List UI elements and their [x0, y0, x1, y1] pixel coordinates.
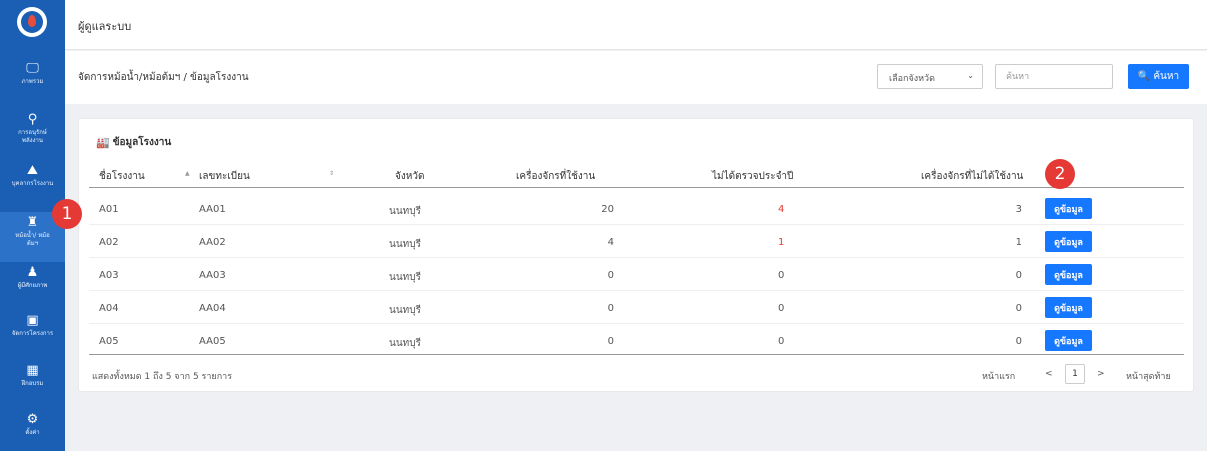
search-button-label: ค้นหา: [1153, 71, 1180, 82]
app-title: ผู้ดูแลระบบ: [78, 20, 132, 33]
cell-name: A03: [99, 270, 119, 281]
sidebar-item-staff[interactable]: ⛰ บุคลากรโรงงาน: [0, 164, 65, 188]
top-bar: ผู้ดูแลระบบ: [65, 0, 1207, 50]
cell-active: 0: [607, 303, 614, 314]
boiler-icon: ♜: [26, 215, 39, 230]
sidebar-item-training[interactable]: ▦ ฝึกอบรม: [0, 364, 65, 388]
pager-last[interactable]: หน้าสุดท้าย: [1126, 369, 1171, 383]
logo[interactable]: [17, 7, 47, 37]
search-input[interactable]: [995, 64, 1113, 89]
sidebar-item-label: บุคลากรโรงงาน: [11, 180, 54, 187]
province-select-value: เลือกจังหวัด: [889, 74, 935, 84]
sidebar-item-projects[interactable]: ▣ จัดการโครงการ: [0, 314, 65, 338]
table-summary: แสดงทั้งหมด 1 ถึง 5 จาก 5 รายการ: [92, 372, 233, 382]
sidebar-item-settings[interactable]: ⚙ ตั้งค่า: [0, 413, 65, 437]
cell-name: A04: [99, 303, 119, 314]
sidebar-item-label: ผู้มีศักยภาพ: [17, 282, 48, 289]
cell-province: นนทบุรี: [389, 305, 421, 316]
col-header-name[interactable]: ชื่อโรงงาน: [99, 169, 145, 184]
cell-inactive: 0: [1015, 270, 1022, 281]
sidebar-item-label: ภาพรวม: [21, 78, 44, 85]
cell-active: 4: [607, 237, 614, 248]
logo-mark: [21, 11, 43, 33]
table-row: A02 AA02 นนทบุรี 4 1 1 ดูข้อมูล: [89, 225, 1184, 258]
cell-province: นนทบุรี: [389, 338, 421, 349]
sidebar-item-label: ตั้งค่า: [25, 429, 40, 436]
view-details-button[interactable]: ดูข้อมูล: [1045, 330, 1092, 351]
footer-divider: [89, 354, 1184, 355]
view-details-button[interactable]: ดูข้อมูล: [1045, 231, 1092, 252]
cell-not-inspected: 0: [778, 270, 785, 281]
view-details-button[interactable]: ดูข้อมูล: [1045, 198, 1092, 219]
sidebar-item-overview[interactable]: 🖵 ภาพรวม: [0, 62, 65, 86]
cell-active: 20: [601, 204, 614, 215]
factory-icon: 🏭: [96, 136, 110, 149]
province-select[interactable]: เลือกจังหวัด ⌄: [877, 64, 983, 89]
pager-next[interactable]: >: [1097, 369, 1105, 379]
col-header-inactive-machines[interactable]: เครื่องจักรที่ไม่ได้ใช้งาน: [921, 169, 1023, 184]
cell-province: นนทบุรี: [389, 239, 421, 250]
view-details-button[interactable]: ดูข้อมูล: [1045, 264, 1092, 285]
breadcrumb: จัดการหม้อน้ำ/หม้อต้มฯ / ข้อมูลโรงงาน: [78, 72, 249, 83]
cell-name: A05: [99, 336, 119, 347]
cell-name: A02: [99, 237, 119, 248]
cell-not-inspected: 0: [778, 336, 785, 347]
chevron-down-icon: ⌄: [967, 71, 974, 80]
bulb-icon: ⚲: [27, 112, 38, 127]
card-title: 🏭 ข้อมูลโรงงาน: [96, 135, 171, 150]
cell-province: นนทบุรี: [389, 206, 421, 217]
cell-province: นนทบุรี: [389, 272, 421, 283]
cell-not-inspected: 4: [778, 204, 785, 215]
cell-reg: AA01: [199, 204, 226, 215]
training-icon: ▦: [26, 363, 39, 378]
sidebar: 🖵 ภาพรวม ⚲ การอนุรักษ์ พลังงาน ⛰ บุคลากร…: [0, 0, 65, 451]
sidebar-item-potential[interactable]: ♟ ผู้มีศักยภาพ: [0, 266, 65, 290]
cell-inactive: 3: [1015, 204, 1022, 215]
sort-asc-icon[interactable]: ▲: [185, 170, 190, 177]
col-header-active-machines[interactable]: เครื่องจักรที่ใช้งาน: [516, 169, 595, 184]
clipboard-icon: ▣: [26, 313, 39, 328]
cell-name: A01: [99, 204, 119, 215]
person-icon: ♟: [26, 265, 39, 280]
cell-active: 0: [607, 336, 614, 347]
cell-inactive: 1: [1015, 237, 1022, 248]
pager-current-page[interactable]: 1: [1065, 364, 1085, 384]
sidebar-item-energy[interactable]: ⚲ การอนุรักษ์ พลังงาน: [0, 113, 65, 145]
col-header-not-inspected[interactable]: ไม่ได้ตรวจประจำปี: [712, 169, 793, 184]
table-row: A04 AA04 นนทบุรี 0 0 0 ดูข้อมูล: [89, 291, 1184, 324]
gear-icon: ⚙: [26, 412, 39, 427]
people-icon: ⛰: [27, 163, 38, 178]
col-header-reg[interactable]: เลขทะเบียน: [199, 169, 250, 184]
monitor-icon: 🖵: [26, 61, 39, 76]
view-details-button[interactable]: ดูข้อมูล: [1045, 297, 1092, 318]
cell-reg: AA04: [199, 303, 226, 314]
sidebar-item-label: จัดการโครงการ: [11, 330, 54, 337]
cell-reg: AA05: [199, 336, 226, 347]
cell-active: 0: [607, 270, 614, 281]
sidebar-item-label: ฝึกอบรม: [21, 380, 44, 387]
cell-not-inspected: 1: [778, 237, 785, 248]
col-header-province[interactable]: จังหวัด: [395, 169, 424, 184]
cell-reg: AA02: [199, 237, 226, 248]
table-row: A01 AA01 นนทบุรี 20 4 3 ดูข้อมูล: [89, 192, 1184, 225]
table-row: A03 AA03 นนทบุรี 0 0 0 ดูข้อมูล: [89, 258, 1184, 291]
cell-inactive: 0: [1015, 336, 1022, 347]
factory-data-card: 🏭 ข้อมูลโรงงาน ชื่อโรงงาน ▲ เลขทะเบียน ⇕…: [78, 118, 1194, 392]
card-title-text: ข้อมูลโรงงาน: [112, 137, 172, 148]
search-icon: 🔍: [1137, 71, 1151, 82]
cell-inactive: 0: [1015, 303, 1022, 314]
sidebar-item-label: หม้อน้ำ/ หม้อต้มฯ: [15, 232, 50, 247]
sidebar-item-label: การอนุรักษ์ พลังงาน: [18, 129, 47, 144]
pager-prev[interactable]: <: [1045, 369, 1053, 379]
search-button[interactable]: 🔍 ค้นหา: [1128, 64, 1189, 89]
sort-icon[interactable]: ⇕: [329, 170, 334, 177]
pager-first[interactable]: หน้าแรก: [982, 369, 1015, 383]
cell-not-inspected: 0: [778, 303, 785, 314]
annotation-badge-2: 2: [1045, 159, 1075, 189]
header-divider: [89, 187, 1184, 188]
toolbar: จัดการหม้อน้ำ/หม้อต้มฯ / ข้อมูลโรงงาน เล…: [65, 51, 1207, 104]
annotation-badge-1: 1: [52, 199, 82, 229]
cell-reg: AA03: [199, 270, 226, 281]
table-row: A05 AA05 นนทบุรี 0 0 0 ดูข้อมูล: [89, 324, 1184, 357]
